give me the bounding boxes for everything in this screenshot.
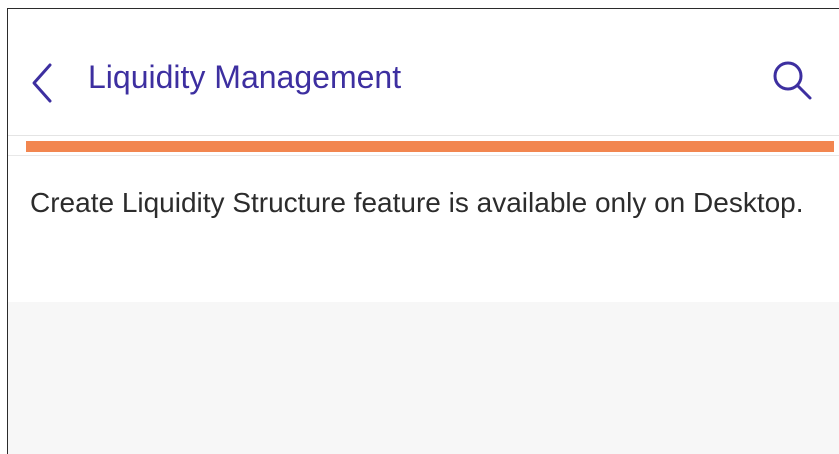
empty-content-area: [8, 302, 839, 454]
app-frame: Liquidity Management Create Liquidity St…: [7, 8, 839, 454]
page-title: Liquidity Management: [88, 59, 402, 95]
message-panel: Create Liquidity Structure feature is av…: [8, 156, 839, 302]
chevron-left-icon: [32, 63, 52, 103]
search-button[interactable]: [768, 57, 818, 107]
search-icon: [773, 61, 812, 100]
back-button[interactable]: [26, 61, 60, 105]
desktop-only-message: Create Liquidity Structure feature is av…: [30, 187, 804, 218]
app-header: Liquidity Management: [8, 9, 839, 137]
accent-bar: [26, 141, 834, 152]
header-divider: [8, 135, 839, 136]
